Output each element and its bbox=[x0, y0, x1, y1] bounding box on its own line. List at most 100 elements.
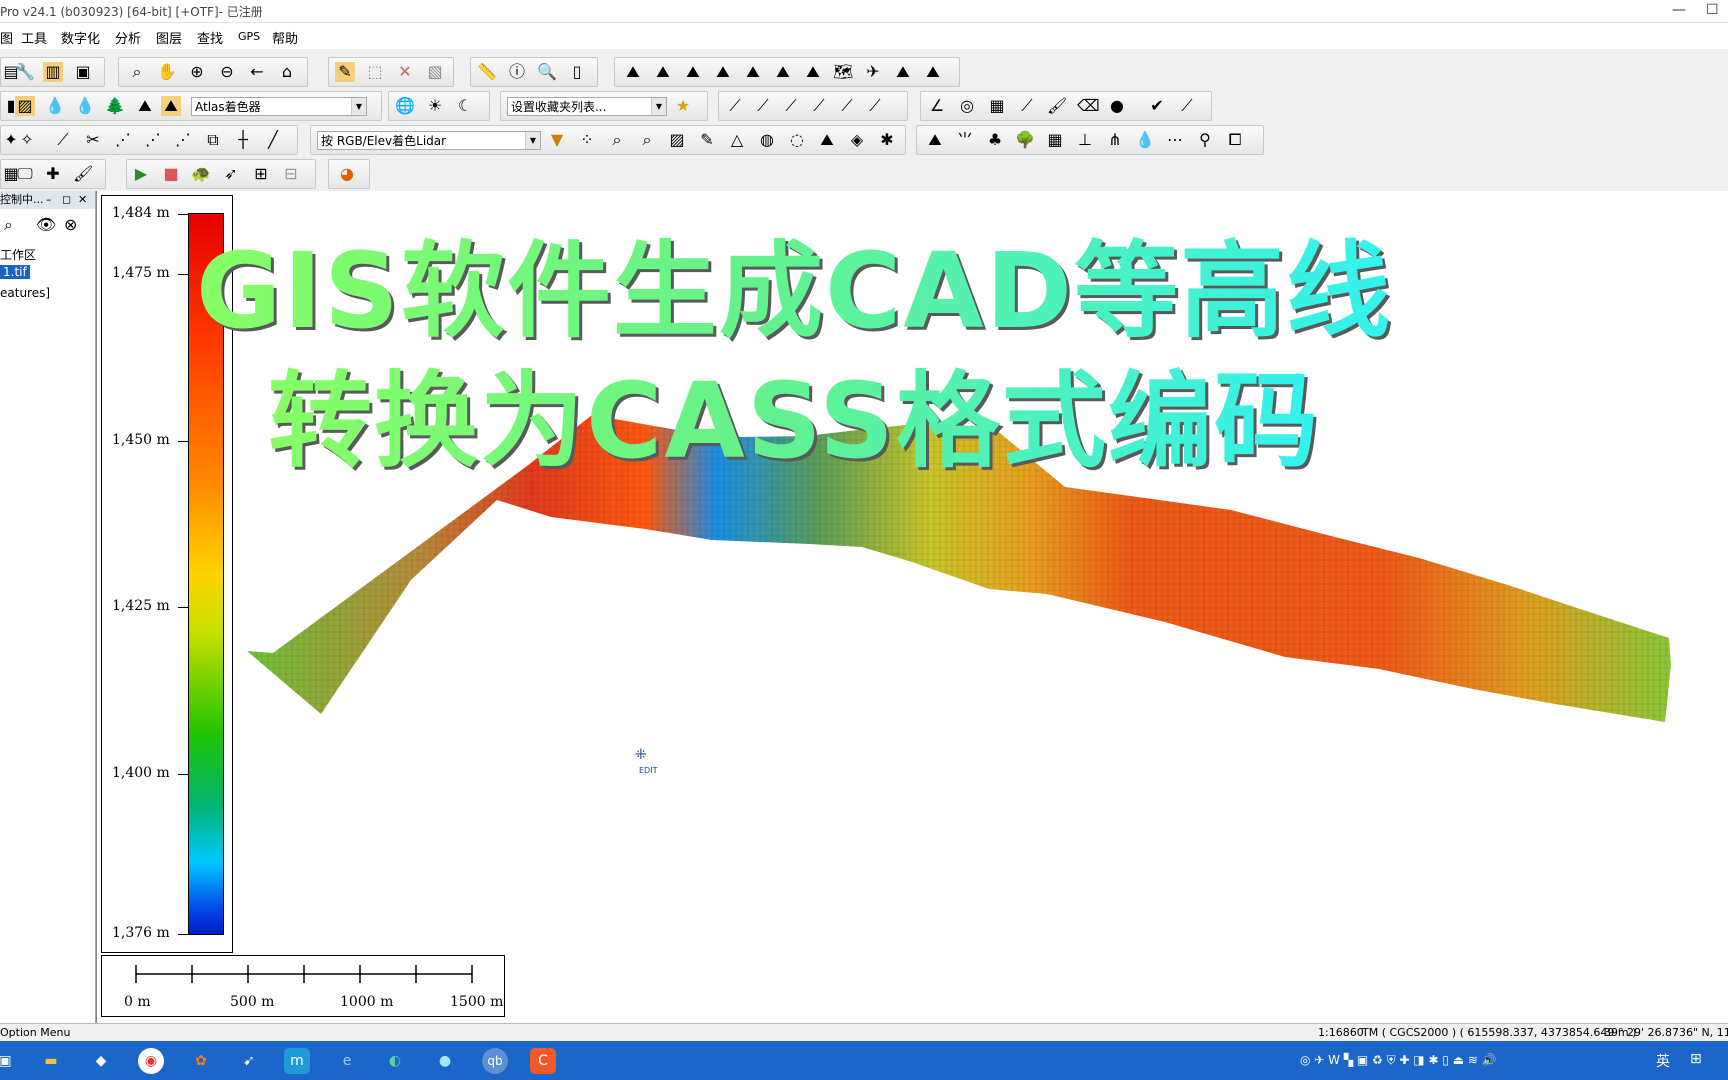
grid-icon[interactable]: ▦ bbox=[987, 96, 1007, 116]
split-icon[interactable]: ⟋ bbox=[53, 130, 73, 150]
shader-combo[interactable]: Atlas着色器 ▼ bbox=[191, 97, 367, 116]
mountain-icon[interactable]: ⛰ bbox=[925, 130, 945, 150]
eraser-icon[interactable]: ⌫ bbox=[1077, 96, 1100, 116]
terrain-edit-icon[interactable]: ⛰ bbox=[893, 62, 913, 82]
line-tool-6-icon[interactable]: ⟋ bbox=[865, 96, 885, 116]
menu-item-search[interactable]: 查找 bbox=[197, 28, 223, 47]
zoom-out-icon[interactable]: ⊖ bbox=[217, 62, 237, 82]
ime-mode-icon[interactable]: ⊞ bbox=[1690, 1051, 1702, 1067]
cut-fill-icon[interactable]: ⛰ bbox=[803, 62, 823, 82]
panel-float-icon[interactable]: ◻ bbox=[62, 191, 71, 209]
turtle-icon[interactable]: 🐢 bbox=[191, 164, 211, 184]
sun-icon[interactable]: ☀ bbox=[425, 96, 445, 116]
pie-chart-icon[interactable]: ◕ bbox=[337, 164, 357, 184]
powerline-icon[interactable]: ⋔ bbox=[1105, 130, 1125, 150]
menu-item-map[interactable]: 图 bbox=[0, 28, 13, 47]
triangle-icon[interactable]: △ bbox=[727, 130, 747, 150]
favorites-combo[interactable]: 设置收藏夹列表... ▼ bbox=[507, 97, 667, 116]
home-icon[interactable]: ⌂ bbox=[277, 62, 297, 82]
line-tool-3-icon[interactable]: ⟋ bbox=[781, 96, 801, 116]
layer-item-features[interactable]: eatures] bbox=[0, 286, 50, 300]
slope-icon[interactable]: ⛰ bbox=[135, 96, 155, 116]
grass-icon[interactable]: ⺌ bbox=[955, 130, 975, 150]
line-tool-4-icon[interactable]: ⟋ bbox=[809, 96, 829, 116]
classify-icon[interactable]: ◍ bbox=[757, 130, 777, 150]
back-arrow-icon[interactable]: ← bbox=[247, 62, 267, 82]
feature-info-icon[interactable]: ▧ bbox=[425, 62, 445, 82]
filter-icon[interactable]: ▼ bbox=[547, 130, 567, 150]
workspace-item[interactable]: 工作区 bbox=[0, 246, 36, 263]
gps-device-icon[interactable]: ▯ bbox=[567, 62, 587, 82]
layers-stack-icon[interactable]: ◈ bbox=[847, 130, 867, 150]
menu-item-analysis[interactable]: 分析 bbox=[115, 28, 141, 47]
app-fox-icon[interactable]: ✿ bbox=[188, 1048, 214, 1074]
cluster-icon[interactable]: ◌ bbox=[787, 130, 807, 150]
minimize-icon[interactable]: — bbox=[1672, 2, 1686, 18]
app-c-icon[interactable]: C bbox=[530, 1048, 556, 1074]
edit-note-icon[interactable]: ✎ bbox=[697, 130, 717, 150]
water-icon[interactable]: 💧 bbox=[45, 96, 65, 116]
menu-item-help[interactable]: 帮助 bbox=[272, 28, 298, 47]
points-icon[interactable]: ⁘ bbox=[577, 130, 597, 150]
shapes-icon[interactable]: ● bbox=[1107, 96, 1127, 116]
search-feature-icon[interactable]: 🔍 bbox=[537, 62, 557, 82]
maximize-icon[interactable]: ☐ bbox=[1706, 2, 1719, 18]
terrain-flat-icon[interactable]: ⛰ bbox=[683, 62, 703, 82]
menu-item-layer[interactable]: 图层 bbox=[156, 28, 182, 47]
overview-icon[interactable]: ▣ bbox=[73, 62, 93, 82]
layer-control-icon[interactable]: ▥ bbox=[43, 62, 63, 82]
angle-icon[interactable]: ∠ bbox=[927, 96, 947, 116]
line-tool-icon[interactable]: ⟋ bbox=[725, 96, 745, 116]
app-shield-icon[interactable]: ◆ bbox=[88, 1048, 114, 1074]
watershed-icon[interactable]: ⛰ bbox=[743, 62, 763, 82]
ime-indicator[interactable]: 英 bbox=[1656, 1051, 1670, 1071]
pole-icon[interactable]: ⊥ bbox=[1075, 130, 1095, 150]
lidar-combo[interactable]: 按 RGB/Elev着色Lidar ▼ bbox=[317, 131, 541, 150]
delete-icon[interactable]: ✕ bbox=[395, 62, 415, 82]
add-frame-icon[interactable]: ⊞ bbox=[251, 164, 271, 184]
app-bird-icon[interactable]: ➹ bbox=[236, 1048, 262, 1074]
ruler-icon[interactable]: 📏 bbox=[477, 62, 497, 82]
remove-layer-icon[interactable]: ⊗ bbox=[64, 215, 77, 234]
qb-icon[interactable]: qb bbox=[482, 1048, 508, 1074]
brush-icon[interactable]: 🖌 bbox=[1047, 96, 1067, 116]
panel-close-icon[interactable]: ✕ bbox=[78, 191, 87, 209]
water-level-icon[interactable]: 💧 bbox=[75, 96, 95, 116]
remove-frame-icon[interactable]: ⊟ bbox=[281, 164, 301, 184]
elevation-shade-icon[interactable]: ⛰ bbox=[161, 96, 181, 116]
edit-line-icon[interactable]: ⟋ bbox=[1177, 96, 1197, 116]
globe-icon[interactable]: 🌐 bbox=[395, 96, 415, 116]
rotate-icon[interactable]: ⋰ bbox=[173, 130, 193, 150]
cut-icon[interactable]: ✂ bbox=[83, 130, 103, 150]
key-icon[interactable]: ⚲ bbox=[1195, 130, 1215, 150]
brush-small-icon[interactable]: 🖌 bbox=[73, 164, 93, 184]
open-data-icon[interactable]: ⌕ bbox=[4, 215, 13, 235]
terrain-icon[interactable]: ⛰ bbox=[623, 62, 643, 82]
building-icon[interactable]: ▦ bbox=[1045, 130, 1065, 150]
line-tool-5-icon[interactable]: ⟋ bbox=[837, 96, 857, 116]
add-vertex-icon[interactable]: ✧ bbox=[17, 130, 37, 150]
visibility-icon[interactable]: 👁 bbox=[36, 215, 56, 234]
check-icon[interactable]: ✔ bbox=[1147, 96, 1167, 116]
terrain-export-icon[interactable]: ⛰ bbox=[923, 62, 943, 82]
moon-icon[interactable]: ☾ bbox=[455, 96, 475, 116]
cross-icon[interactable]: ┼ bbox=[233, 130, 253, 150]
noise-icon[interactable]: ⋯ bbox=[1165, 130, 1185, 150]
select-box-icon[interactable]: ⬚ bbox=[365, 62, 385, 82]
point-line-icon[interactable]: ⟋ bbox=[1017, 96, 1037, 116]
flight-icon[interactable]: ✈ bbox=[863, 62, 883, 82]
viewshed-icon[interactable]: ⛰ bbox=[773, 62, 793, 82]
save-icon[interactable]: ▣ bbox=[0, 1048, 18, 1074]
app-globe-icon[interactable]: ◐ bbox=[382, 1048, 408, 1074]
ground-icon[interactable]: ⛰ bbox=[817, 130, 837, 150]
menu-item-tools[interactable]: 工具 bbox=[21, 28, 47, 47]
move-icon[interactable]: ⋰ bbox=[143, 130, 163, 150]
water-class-icon[interactable]: 💧 bbox=[1135, 130, 1155, 150]
map-icon[interactable]: 🗺 bbox=[833, 62, 853, 82]
browser-icon[interactable]: ◉ bbox=[138, 1048, 164, 1074]
line-tool-2-icon[interactable]: ⟋ bbox=[753, 96, 773, 116]
bracket-icon[interactable]: ⧠ bbox=[1225, 130, 1245, 150]
tree-class-icon[interactable]: 🌳 bbox=[1015, 130, 1035, 150]
fast-icon[interactable]: ➶ bbox=[221, 164, 241, 184]
lidar-search-2-icon[interactable]: ⌕ bbox=[637, 130, 657, 150]
